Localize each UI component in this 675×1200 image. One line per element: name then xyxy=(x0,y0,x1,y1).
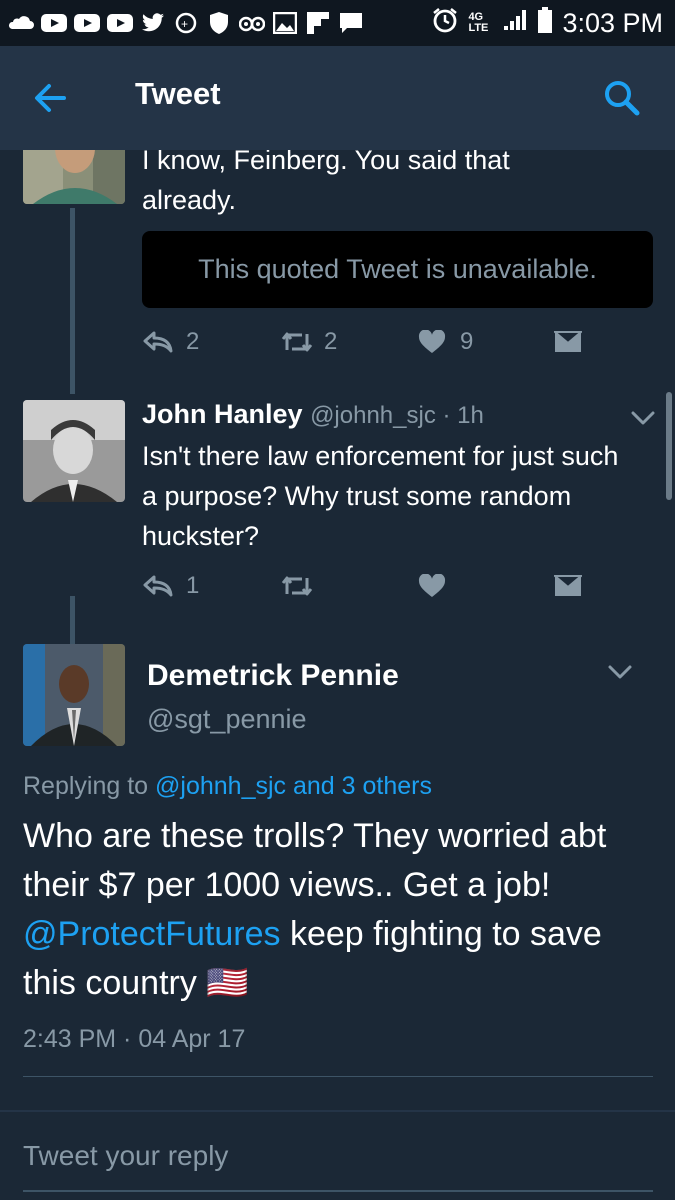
replying-to-link[interactable]: @johnh_sjc and 3 others xyxy=(155,772,432,800)
tweet-text-part: Who are these trolls? They worried abt t… xyxy=(23,817,607,904)
envelope-icon xyxy=(554,331,582,352)
reply-count: 2 xyxy=(186,328,200,355)
alarm-icon xyxy=(432,7,458,40)
scrollbar[interactable] xyxy=(666,392,672,500)
heart-icon xyxy=(418,574,446,597)
shield-icon xyxy=(206,11,232,35)
retweet-icon xyxy=(281,576,313,596)
reply-icon xyxy=(143,575,173,597)
tweet-time: 1h xyxy=(457,402,484,429)
youtube-icon xyxy=(74,11,100,35)
svg-text:+: + xyxy=(181,17,188,31)
username[interactable]: @sgt_pennie xyxy=(147,699,307,739)
like-count: 9 xyxy=(460,328,474,355)
thread-connector xyxy=(70,208,75,394)
reply-icon xyxy=(143,331,173,353)
tweet-text: Who are these trolls? They worried abt t… xyxy=(23,812,658,1008)
display-name[interactable]: John Hanley xyxy=(142,399,303,429)
like-button[interactable] xyxy=(418,568,554,604)
battery-icon xyxy=(538,6,553,40)
signal-icon xyxy=(502,8,528,39)
direct-message-button[interactable] xyxy=(554,568,582,604)
tweet-thread: I know, Feinberg. You said that already.… xyxy=(0,150,675,1110)
back-arrow-icon[interactable] xyxy=(30,78,70,118)
message-icon xyxy=(338,11,364,35)
replying-prefix: Replying to xyxy=(23,772,149,800)
us-flag-emoji: 🇺🇸 xyxy=(206,964,249,1002)
flipboard-icon xyxy=(305,11,331,35)
soundcloud-icon xyxy=(8,11,34,35)
avatar[interactable] xyxy=(23,644,125,746)
heart-icon xyxy=(418,330,446,353)
tweet-timestamp: 2:43 PM · 04 Apr 17 xyxy=(23,1025,246,1053)
tweet-header: John Hanley @johnh_sjc · 1h xyxy=(142,399,484,429)
reply-bar: Tweet your reply xyxy=(0,1110,675,1200)
tapatalk-icon: + xyxy=(173,11,199,35)
like-button[interactable]: 9 xyxy=(418,324,554,360)
username[interactable]: @johnh_sjc xyxy=(310,402,436,429)
youtube-icon xyxy=(41,11,67,35)
thread-connector xyxy=(70,596,75,644)
reply-count: 1 xyxy=(186,572,200,599)
replying-to-line: Replying to @johnh_sjc and 3 others xyxy=(23,766,432,806)
youtube-icon xyxy=(107,11,133,35)
reply-input[interactable]: Tweet your reply xyxy=(23,1140,228,1172)
tweet-text: I know, Feinberg. You said that already. xyxy=(142,150,510,215)
divider xyxy=(23,1076,653,1077)
avatar[interactable] xyxy=(23,400,125,502)
mention-link[interactable]: @ProtectFutures xyxy=(23,915,281,953)
retweet-count: 2 xyxy=(324,328,338,355)
page-title: Tweet xyxy=(135,76,221,111)
display-name[interactable]: Demetrick Pennie xyxy=(147,656,399,696)
reply-button[interactable]: 1 xyxy=(142,568,280,604)
reply-input-underline xyxy=(23,1190,653,1192)
search-icon[interactable] xyxy=(600,76,644,120)
retweet-button[interactable]: 2 xyxy=(280,324,418,360)
status-bar: + 4G LTE 3:03 PM xyxy=(0,0,675,46)
direct-message-button[interactable] xyxy=(554,324,582,360)
chevron-down-icon[interactable] xyxy=(629,408,657,428)
chevron-down-icon[interactable] xyxy=(606,662,634,682)
gallery-icon xyxy=(272,11,298,35)
tweet-text: Isn't there law enforcement for just suc… xyxy=(142,441,619,551)
retweet-icon xyxy=(281,332,313,352)
clock: 3:03 PM xyxy=(562,7,663,38)
app-header: Tweet xyxy=(0,46,675,150)
tweet-actions: 1 xyxy=(142,568,582,604)
reply-button[interactable]: 2 xyxy=(142,324,280,360)
envelope-icon xyxy=(554,575,582,596)
retweet-button[interactable] xyxy=(280,568,418,604)
network-type: 4G LTE xyxy=(468,11,489,34)
avatar[interactable] xyxy=(23,150,125,204)
quoted-tweet-unavailable: This quoted Tweet is unavailable. xyxy=(142,231,653,308)
tweet-actions: 2 2 9 xyxy=(142,324,582,360)
twitter-icon xyxy=(140,11,166,35)
tripadvisor-icon xyxy=(239,11,265,35)
